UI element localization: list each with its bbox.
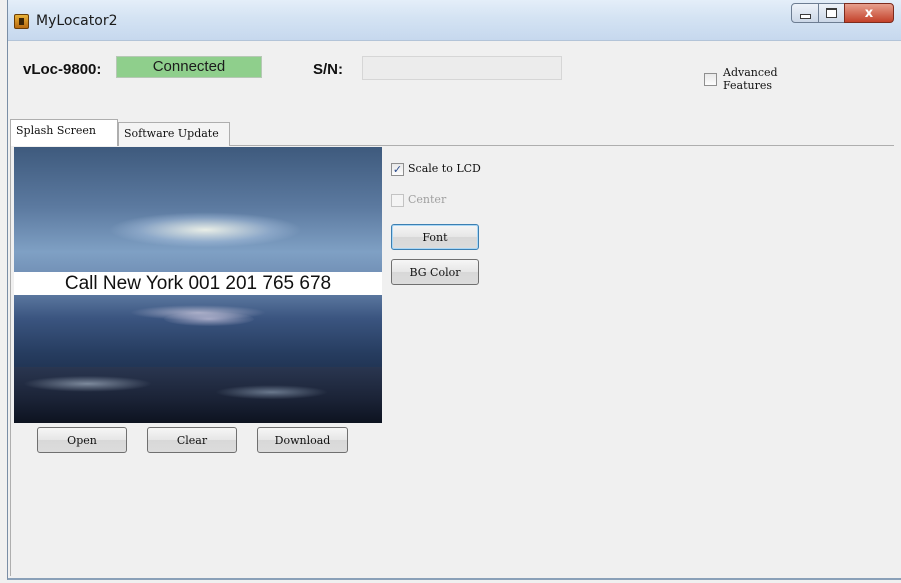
water-reflection [164,312,254,326]
maximize-button[interactable] [818,3,845,23]
title-bar[interactable]: MyLocator2 x [8,0,901,41]
minimize-icon [799,13,811,19]
font-button[interactable]: Font [391,224,479,250]
checkmark-icon: ✓ [392,163,403,176]
splash-caption-text: Call New York 001 201 765 678 [14,272,382,295]
maximize-icon [826,8,837,18]
device-label: vLoc-9800: [23,61,102,78]
scale-to-lcd-label[interactable]: Scale to LCD [408,162,481,175]
download-button[interactable]: Download [257,427,348,453]
advanced-features-label-line1: Advanced [723,66,778,79]
scale-to-lcd-checkbox[interactable]: ✓ [391,163,404,176]
tab-software-update[interactable]: Software Update [118,122,230,146]
splash-preview-image: Call New York 001 201 765 678 [14,147,382,423]
serial-number-field [362,56,562,80]
open-button[interactable]: Open [37,427,127,453]
close-icon: x [864,5,874,21]
clear-button[interactable]: Clear [147,427,237,453]
connection-status: Connected [116,56,262,78]
close-button[interactable]: x [844,3,894,23]
advanced-features-label-line2: Features [723,79,773,92]
advanced-features-label[interactable]: Advanced Features [723,66,778,92]
center-label: Center [408,193,447,206]
tab-splash-screen[interactable]: Splash Screen [10,119,118,146]
serial-number-label: S/N: [313,61,343,78]
center-checkbox [391,194,404,207]
bg-color-button[interactable]: BG Color [391,259,479,285]
app-icon [14,14,29,29]
ice-shore [14,367,382,423]
advanced-features-checkbox[interactable] [704,73,717,86]
minimize-button[interactable] [791,3,819,23]
window-title: MyLocator2 [36,13,118,29]
